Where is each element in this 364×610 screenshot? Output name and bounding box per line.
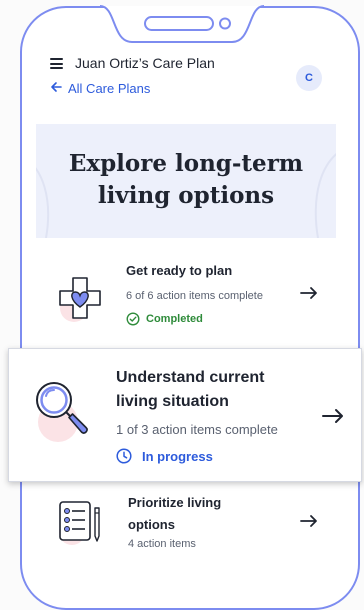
step-understand-living[interactable]: Understand current living situation 1 of… bbox=[8, 348, 360, 480]
status-label: Completed bbox=[146, 313, 203, 325]
hamburger-menu-icon[interactable] bbox=[50, 58, 63, 69]
arrow-right-icon[interactable] bbox=[300, 284, 318, 305]
speaker-slot bbox=[144, 16, 214, 31]
step-prioritize[interactable]: Prioritize living options 4 action items bbox=[50, 492, 340, 562]
back-link-label: All Care Plans bbox=[68, 81, 151, 96]
back-link[interactable]: All Care Plans bbox=[50, 81, 150, 96]
arrow-left-icon bbox=[50, 81, 62, 96]
checklist-clipboard-icon bbox=[56, 498, 106, 553]
step-count: 6 of 6 action items complete bbox=[126, 290, 263, 302]
magnifying-glass-icon bbox=[32, 378, 98, 453]
step-title: Prioritize living options bbox=[128, 495, 222, 532]
avatar[interactable]: C bbox=[296, 65, 322, 91]
step-title: Understand current living situation bbox=[116, 369, 265, 410]
hero-banner: Explore long-term living options bbox=[36, 124, 336, 238]
status-badge: Completed bbox=[126, 312, 203, 326]
camera-dot bbox=[219, 17, 231, 30]
status-badge: In progress bbox=[116, 448, 213, 464]
plan-title: Juan Ortiz’s Care Plan bbox=[75, 55, 215, 71]
phone-notch bbox=[99, 5, 265, 43]
clock-icon bbox=[116, 448, 132, 464]
step-count: 4 action items bbox=[128, 538, 196, 550]
arrow-right-icon[interactable] bbox=[300, 512, 318, 533]
arrow-right-icon[interactable] bbox=[322, 404, 344, 430]
step-get-ready[interactable]: Get ready to plan 6 of 6 action items co… bbox=[50, 260, 340, 340]
status-label: In progress bbox=[142, 448, 213, 464]
medical-cross-heart-icon bbox=[56, 274, 106, 329]
hero-title: Explore long-term living options bbox=[68, 150, 304, 209]
step-count: 1 of 3 action items complete bbox=[116, 422, 278, 437]
step-title: Get ready to plan bbox=[126, 263, 233, 278]
check-circle-icon bbox=[126, 312, 140, 326]
